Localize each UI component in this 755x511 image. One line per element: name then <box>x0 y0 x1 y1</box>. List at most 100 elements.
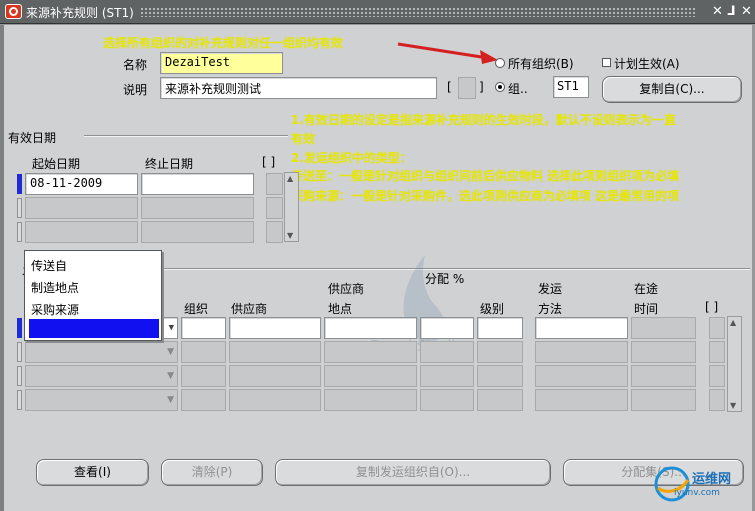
copy-from-button[interactable]: 复制自(C)... <box>602 76 742 103</box>
description-label: 说明 <box>123 83 148 97</box>
distribution-field[interactable] <box>420 317 474 339</box>
supplier-header: 供应商 <box>231 302 268 316</box>
clear-button[interactable]: 清除(P) <box>161 459 263 486</box>
option-selected-blank[interactable] <box>29 319 159 338</box>
date-row-selector[interactable] <box>17 222 22 242</box>
distribution-field[interactable] <box>420 341 474 363</box>
end-date-field[interactable] <box>141 197 254 219</box>
name-label: 名称 <box>123 58 148 72</box>
start-date-field[interactable] <box>25 197 138 219</box>
supplier-field[interactable] <box>229 389 321 411</box>
transit-time-field[interactable] <box>631 341 696 363</box>
plan-checkbox[interactable] <box>602 58 611 67</box>
rank-field[interactable] <box>477 341 523 363</box>
flex-field[interactable] <box>458 77 476 99</box>
description-field[interactable]: 来源补充规则测试 <box>160 77 437 99</box>
ship-method-header-2: 方法 <box>538 302 563 316</box>
distribution-field[interactable] <box>420 365 474 387</box>
type-dropdown-list[interactable]: 传送自 制造地点 采购来源 <box>24 250 162 341</box>
start-date-field[interactable]: 08-11-2009 <box>25 173 138 195</box>
supplier-site-field[interactable] <box>324 365 417 387</box>
ship-method-header-1: 发运 <box>538 282 563 296</box>
supplier-field[interactable] <box>229 341 321 363</box>
date-scrollbar[interactable]: ▲ ▼ <box>284 172 299 242</box>
end-date-field[interactable] <box>141 173 254 195</box>
type-combobox[interactable]: ▼ <box>25 389 178 411</box>
transit-time-field[interactable] <box>631 317 696 339</box>
shipping-row-selector[interactable] <box>17 366 22 386</box>
type-combobox[interactable]: ▼ <box>25 341 178 363</box>
supplier-field[interactable] <box>229 365 321 387</box>
option-buy-from[interactable]: 采购来源 <box>31 301 79 318</box>
shipping-scrollbar[interactable]: ▲ ▼ <box>727 316 742 412</box>
supplier-site-field[interactable] <box>324 341 417 363</box>
all-orgs-radio[interactable] <box>495 58 505 68</box>
site-logo-text: 运维网 <box>692 472 732 487</box>
arrow-shaft <box>397 42 489 60</box>
transit-time-field[interactable] <box>631 389 696 411</box>
supplier-site-field[interactable] <box>324 389 417 411</box>
chevron-down-icon[interactable]: ▼ <box>167 347 174 357</box>
shipping-row-selector[interactable] <box>17 390 22 410</box>
transit-time-header-2: 时间 <box>634 302 659 316</box>
org-code-field[interactable]: ST1 <box>553 76 589 98</box>
supplier-field[interactable] <box>229 317 321 339</box>
name-field[interactable]: DezaiTest <box>160 52 283 74</box>
shipping-flex-header: [ ] <box>705 300 719 314</box>
date-row-selector[interactable] <box>17 174 22 194</box>
site-logo-url: iyunv.com <box>674 488 720 498</box>
start-date-field[interactable] <box>25 221 138 243</box>
shipping-row-selector[interactable] <box>17 342 22 362</box>
shipping-flex-field[interactable] <box>709 317 725 339</box>
annotation-note-4: 采购来源：一般是针对采购件，选此项则供应商为必填项 这是最常用的项 <box>291 189 680 203</box>
date-flex-field[interactable] <box>266 197 283 219</box>
org-field[interactable] <box>181 341 226 363</box>
org-radio[interactable] <box>495 82 505 92</box>
rank-field[interactable] <box>477 317 523 339</box>
distribution-field[interactable] <box>420 389 474 411</box>
rank-field[interactable] <box>477 365 523 387</box>
supplier-site-field[interactable] <box>324 317 417 339</box>
org-radio-label: 组.. <box>508 82 528 96</box>
type-combobox[interactable]: ▼ <box>25 365 178 387</box>
rank-field[interactable] <box>477 389 523 411</box>
option-transfer-from[interactable]: 传送自 <box>31 257 67 274</box>
option-make-at[interactable]: 制造地点 <box>31 279 79 296</box>
chevron-down-icon[interactable]: ▼ <box>167 395 174 405</box>
scroll-down-icon[interactable]: ▼ <box>287 231 293 240</box>
ship-method-field[interactable] <box>535 341 628 363</box>
ship-method-field[interactable] <box>535 317 628 339</box>
shipping-flex-field[interactable] <box>709 365 725 387</box>
chevron-down-icon[interactable]: ▼ <box>169 323 174 333</box>
scroll-up-icon[interactable]: ▲ <box>730 318 736 327</box>
date-flex-field[interactable] <box>266 221 283 243</box>
scroll-down-icon[interactable]: ▼ <box>730 401 736 410</box>
end-date-header: 终止日期 <box>145 157 194 171</box>
effective-dates-divider <box>84 135 288 137</box>
all-orgs-label: 所有组织(B) <box>508 57 574 71</box>
view-button[interactable]: 查看(I) <box>36 459 149 486</box>
ship-method-field[interactable] <box>535 365 628 387</box>
copy-shipping-org-button[interactable]: 复制发运组织自(O)... <box>275 459 551 486</box>
supplier-site-header-2: 地点 <box>328 302 353 316</box>
org-field[interactable] <box>181 317 226 339</box>
date-flex-field[interactable] <box>266 173 283 195</box>
ship-method-field[interactable] <box>535 389 628 411</box>
chevron-down-icon[interactable]: ▼ <box>167 371 174 381</box>
end-date-field[interactable] <box>141 221 254 243</box>
shipping-flex-field[interactable] <box>709 389 725 411</box>
site-logo-globe-icon <box>654 466 690 502</box>
annotation-note-2: 2.发运组织中的类型： <box>291 151 412 165</box>
org-field[interactable] <box>181 389 226 411</box>
transit-time-field[interactable] <box>631 365 696 387</box>
org-field[interactable] <box>181 365 226 387</box>
plan-label: 计划生效(A) <box>614 57 680 71</box>
date-flex-header: [ ] <box>262 155 276 169</box>
shipping-flex-field[interactable] <box>709 341 725 363</box>
scroll-up-icon[interactable]: ▲ <box>287 174 293 183</box>
flex-bracket-open: [ <box>447 80 452 94</box>
annotation-note-3: 传送至：一般是针对组织与组织间前后供应物料 选择此项则组织项为必填 <box>291 169 680 183</box>
date-row-selector[interactable] <box>17 198 22 218</box>
shipping-row-selector[interactable] <box>17 318 22 338</box>
supplier-site-header-1: 供应商 <box>328 282 365 296</box>
